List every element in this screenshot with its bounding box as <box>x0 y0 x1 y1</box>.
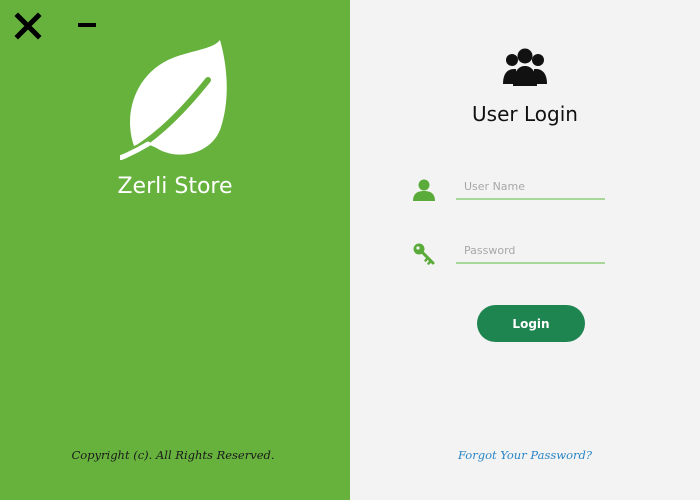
login-title: User Login <box>472 102 578 126</box>
brand-panel: Zerli Store Copyright (c). All Rights Re… <box>0 0 350 500</box>
store-name: Zerli Store <box>117 174 233 199</box>
password-field[interactable] <box>456 238 605 264</box>
key-icon <box>412 242 436 266</box>
users-group-icon <box>502 48 548 88</box>
login-window: Zerli Store Copyright (c). All Rights Re… <box>0 0 700 500</box>
login-panel: User Login Login Forgot Your Password? <box>350 0 700 500</box>
user-icon <box>412 178 436 202</box>
leaf-icon <box>117 38 232 161</box>
minimize-icon[interactable] <box>76 14 98 36</box>
copyright-text: Copyright (c). All Rights Reserved. <box>71 448 275 462</box>
login-button[interactable]: Login <box>477 305 585 342</box>
close-icon[interactable] <box>14 12 42 40</box>
forgot-password-link[interactable]: Forgot Your Password? <box>350 448 700 462</box>
username-field[interactable] <box>456 174 605 200</box>
